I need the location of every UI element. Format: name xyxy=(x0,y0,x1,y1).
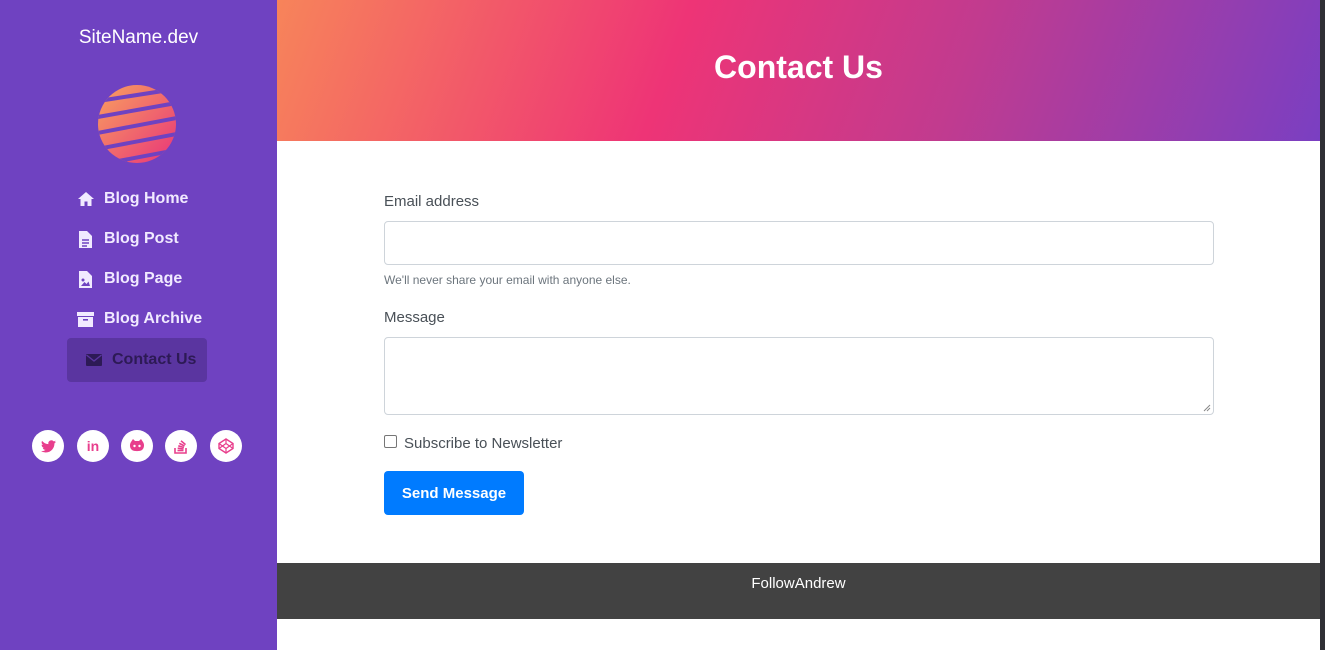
twitter-icon xyxy=(40,439,56,452)
site-name[interactable]: SiteName.dev xyxy=(0,27,277,49)
envelope-icon xyxy=(84,351,103,369)
sidebar-item-label: Contact Us xyxy=(112,351,197,368)
email-label: Email address xyxy=(384,193,480,210)
message-textarea[interactable] xyxy=(384,337,1214,415)
linkedin-icon: in xyxy=(86,438,100,454)
subscribe-checkbox[interactable] xyxy=(384,435,397,448)
sidebar-item-blog-archive[interactable]: Blog Archive xyxy=(76,301,202,337)
subscribe-label[interactable]: Subscribe to Newsletter xyxy=(404,435,562,452)
codepen-icon xyxy=(218,438,234,454)
globe-logo-icon xyxy=(98,85,176,163)
sidebar-item-blog-post[interactable]: Blog Post xyxy=(76,221,179,257)
email-help-text: We'll never share your email with anyone… xyxy=(384,273,631,287)
stackoverflow-icon xyxy=(174,440,187,454)
sidebar-item-label: Blog Post xyxy=(104,230,179,247)
home-icon xyxy=(76,190,95,208)
codepen-link[interactable] xyxy=(210,430,242,462)
send-message-button[interactable]: Send Message xyxy=(384,471,524,515)
page-header: Contact Us xyxy=(277,0,1320,141)
resize-grip-icon[interactable] xyxy=(1203,404,1211,412)
sidebar-item-contact-us[interactable]: Contact Us xyxy=(67,338,207,382)
linkedin-link[interactable]: in xyxy=(77,430,109,462)
twitter-link[interactable] xyxy=(32,430,64,462)
sidebar-item-blog-home[interactable]: Blog Home xyxy=(76,181,188,217)
message-label: Message xyxy=(384,309,445,326)
footer: FollowAndrew xyxy=(277,563,1320,619)
page-title: Contact Us xyxy=(714,49,883,85)
footer-text: FollowAndrew xyxy=(751,575,846,592)
github-link[interactable] xyxy=(121,430,153,462)
sidebar: SiteName.dev Blog Home Blog Post Blog Pa… xyxy=(0,0,277,650)
github-icon xyxy=(129,439,145,452)
scrollbar-track[interactable] xyxy=(1320,0,1325,650)
sidebar-item-blog-page[interactable]: Blog Page xyxy=(76,261,182,297)
file-image-icon xyxy=(76,270,95,288)
archive-icon xyxy=(76,310,95,328)
sidebar-item-label: Blog Home xyxy=(104,190,189,207)
stackoverflow-link[interactable] xyxy=(165,430,197,462)
sidebar-item-label: Blog Page xyxy=(104,270,183,287)
sidebar-item-label: Blog Archive xyxy=(104,310,203,327)
file-text-icon xyxy=(76,230,95,248)
email-field[interactable] xyxy=(384,221,1214,265)
